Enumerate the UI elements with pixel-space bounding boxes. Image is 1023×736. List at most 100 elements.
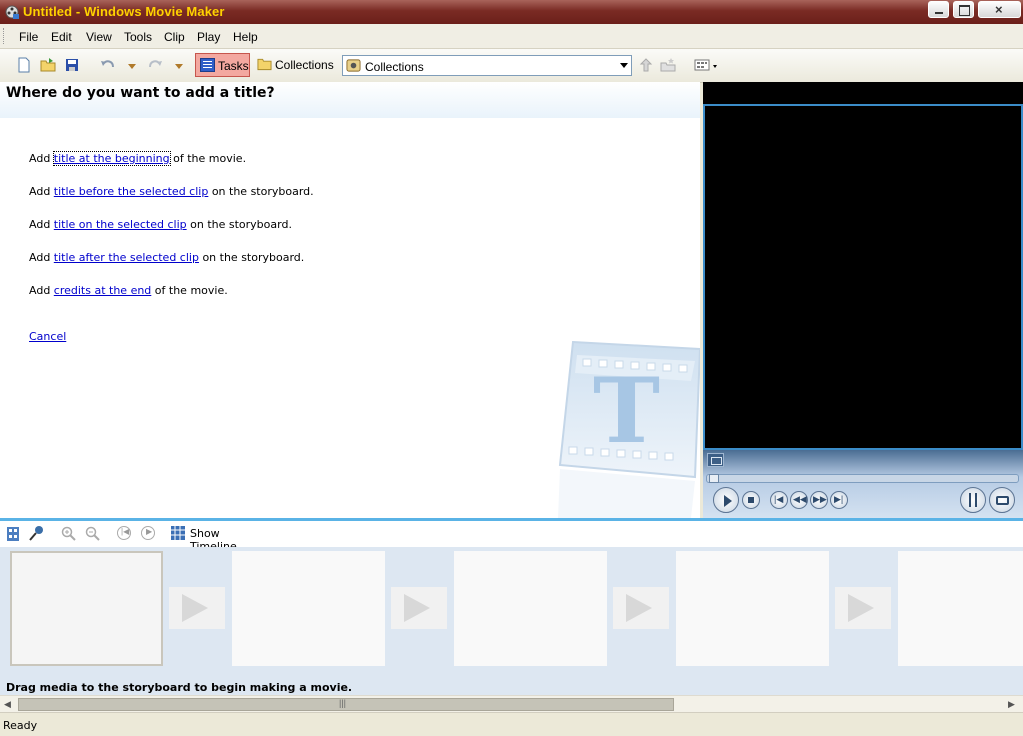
folder-icon: [257, 58, 272, 71]
timeline-icon: [171, 526, 185, 540]
menu-tools[interactable]: Tools: [124, 30, 152, 44]
option-suffix: on the storyboard.: [208, 185, 314, 198]
views-dropdown-icon[interactable]: [713, 65, 717, 68]
cancel-link[interactable]: Cancel: [29, 330, 66, 343]
storyboard-video-slot[interactable]: [454, 551, 607, 666]
option-credits: Add credits at the end of the movie.: [29, 284, 228, 297]
option-title-on: Add title on the selected clip on the st…: [29, 218, 292, 231]
storyboard-empty-message: Drag media to the storyboard to begin ma…: [6, 681, 353, 694]
undo-dropdown-icon[interactable]: [128, 64, 136, 69]
redo-icon[interactable]: [147, 57, 163, 73]
seek-thumb[interactable]: [709, 474, 719, 483]
rewind-storyboard-button[interactable]: |◀: [117, 526, 131, 540]
storyboard-transition-slot[interactable]: [169, 587, 225, 629]
menu-help[interactable]: Help: [233, 30, 258, 44]
new-collection-folder-icon[interactable]: [660, 57, 676, 73]
storyboard-view-icon[interactable]: [6, 526, 20, 542]
storyboard: Drag media to the storyboard to begin ma…: [0, 547, 1023, 695]
storyboard-video-slot[interactable]: [10, 551, 163, 666]
credits-at-end-link[interactable]: credits at the end: [54, 284, 152, 297]
rewind-storyboard-icon: |◀: [121, 527, 130, 536]
next-frame-button[interactable]: ▶|: [830, 491, 848, 509]
option-prefix: Add: [29, 251, 54, 264]
storyboard-transition-slot[interactable]: [613, 587, 669, 629]
scroll-left-icon[interactable]: ◀: [4, 699, 11, 710]
minimize-button[interactable]: [928, 1, 949, 18]
storyboard-video-slot[interactable]: [676, 551, 829, 666]
close-button[interactable]: ×: [978, 1, 1021, 18]
zoom-in-icon[interactable]: [61, 526, 76, 541]
camera-icon: [996, 496, 1009, 505]
title-before-clip-link[interactable]: title before the selected clip: [54, 185, 209, 198]
collections-label: Collections: [275, 58, 334, 72]
restore-button[interactable]: [953, 1, 974, 18]
show-timeline-button[interactable]: Show Timeline: [170, 524, 262, 553]
option-prefix: Add: [29, 284, 54, 297]
scroll-right-icon[interactable]: ▶: [1008, 699, 1015, 710]
narrate-microphone-icon[interactable]: [28, 525, 44, 542]
stop-icon: [748, 497, 754, 503]
scrollbar-thumb[interactable]: |||: [18, 698, 674, 711]
play-storyboard-button[interactable]: ▶: [141, 526, 155, 540]
scrollbar-grip: |||: [339, 698, 347, 708]
option-suffix: on the storyboard.: [198, 251, 305, 264]
split-screen-icon[interactable]: [707, 453, 724, 467]
collections-dropdown[interactable]: Collections: [342, 55, 632, 76]
window-title: Untitled - Windows Movie Maker: [23, 4, 225, 19]
option-title-before: Add title before the selected clip on th…: [29, 185, 314, 198]
skip-forward-icon: ▶|: [834, 494, 844, 504]
previous-frame-button[interactable]: |◀: [770, 491, 788, 509]
save-project-icon[interactable]: [64, 57, 80, 73]
tasks-label: Tasks: [218, 59, 249, 73]
undo-icon[interactable]: [100, 57, 116, 73]
fast-forward-button[interactable]: ▶▶: [810, 491, 828, 509]
collections-dropdown-value: Collections: [365, 60, 424, 74]
menu-view[interactable]: View: [86, 30, 112, 44]
status-bar: Ready: [0, 712, 1023, 736]
skip-back-icon: |◀: [774, 494, 784, 504]
menu-file[interactable]: File: [19, 30, 38, 44]
status-text: Ready: [3, 719, 38, 732]
new-project-icon[interactable]: [16, 57, 32, 73]
option-title-beginning: Add title at the beginning of the movie.: [29, 151, 246, 166]
seek-bar[interactable]: [706, 474, 1019, 483]
option-title-after: Add title after the selected clip on the…: [29, 251, 304, 264]
split-clip-button[interactable]: [960, 487, 986, 513]
storyboard-scrollbar[interactable]: ◀ ||| ▶: [0, 695, 1023, 713]
title-bar[interactable]: Untitled - Windows Movie Maker ×: [0, 0, 1023, 24]
preview-screen[interactable]: [703, 104, 1023, 450]
storyboard-video-slot[interactable]: [898, 551, 1023, 666]
task-pane: Where do you want to add a title? Add ti…: [0, 82, 700, 518]
zoom-out-icon[interactable]: [85, 526, 100, 541]
option-prefix: Add: [29, 218, 54, 231]
menu-edit[interactable]: Edit: [51, 30, 72, 44]
title-watermark-icon: T: [558, 340, 700, 518]
movie-maker-app-icon: [5, 5, 19, 19]
menu-play[interactable]: Play: [197, 30, 220, 44]
watermark-letter: T: [593, 358, 660, 464]
play-icon: [724, 495, 732, 507]
transition-arrow-icon: [404, 594, 430, 622]
up-one-level-icon[interactable]: [638, 57, 654, 73]
menu-grip: [3, 28, 6, 44]
views-icon[interactable]: [694, 57, 710, 73]
storyboard-video-slot[interactable]: [232, 551, 385, 666]
play-button[interactable]: [713, 487, 739, 513]
title-at-beginning-link[interactable]: title at the beginning: [52, 151, 171, 166]
storyboard-transition-slot[interactable]: [835, 587, 891, 629]
minimize-icon: [935, 12, 943, 14]
title-on-clip-link[interactable]: title on the selected clip: [54, 218, 187, 231]
take-picture-button[interactable]: [989, 487, 1015, 513]
tasks-button[interactable]: Tasks: [195, 53, 250, 77]
open-project-icon[interactable]: [40, 57, 56, 73]
stop-button[interactable]: [742, 491, 760, 509]
rewind-button[interactable]: ◀◀: [790, 491, 808, 509]
collections-film-icon: [346, 59, 361, 72]
option-suffix: on the storyboard.: [186, 218, 292, 231]
option-suffix: of the movie.: [151, 284, 228, 297]
menu-clip[interactable]: Clip: [164, 30, 185, 44]
collections-button[interactable]: Collections: [255, 53, 334, 77]
title-after-clip-link[interactable]: title after the selected clip: [54, 251, 199, 264]
storyboard-transition-slot[interactable]: [391, 587, 447, 629]
redo-dropdown-icon[interactable]: [175, 64, 183, 69]
